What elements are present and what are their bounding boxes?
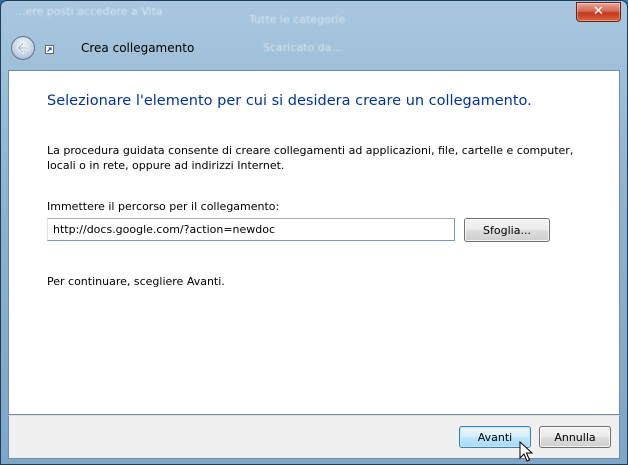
window-title: Crea collegamento [81, 41, 195, 55]
cancel-button[interactable]: Annulla [539, 426, 611, 448]
close-button[interactable]: ✕ [576, 2, 621, 22]
path-input[interactable] [47, 218, 455, 241]
background-text-right-2: Scaricato da... [263, 41, 342, 54]
shortcut-icon [45, 45, 54, 54]
description-text: La procedura guidata consente di creare … [47, 144, 574, 172]
path-label: Immettere il percorso per il collegament… [47, 200, 280, 213]
background-text-left: ...ere posti accedere a Vita [15, 5, 163, 18]
mouse-pointer-icon [519, 441, 533, 462]
back-button[interactable] [11, 36, 35, 60]
wizard-content: Selezionare l'elemento per cui si deside… [8, 70, 620, 415]
browse-button[interactable]: Sfoglia... [464, 218, 550, 242]
close-icon: ✕ [593, 4, 604, 19]
continue-instructions: Per continuare, scegliere Avanti. [47, 275, 225, 288]
background-text-right: Tutte le categorie [249, 13, 346, 26]
page-heading: Selezionare l'elemento per cui si deside… [47, 93, 532, 109]
back-arrow-icon [17, 42, 30, 54]
window-frame: ...ere posti accedere a Vita Tutte le ca… [0, 0, 628, 465]
